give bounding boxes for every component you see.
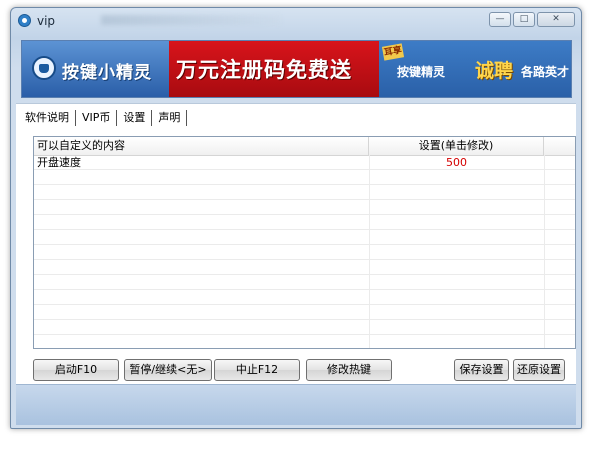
table-row (34, 200, 575, 215)
table-row (34, 245, 575, 260)
settings-list[interactable]: 可以自定义的内容 设置(单击修改) 开盘速度 500 (33, 136, 576, 349)
tab-software-info[interactable]: 软件说明 (19, 110, 76, 126)
seal-stamp: 耳享 (381, 43, 405, 61)
column-header-setting[interactable]: 设置(单击修改) (369, 137, 544, 155)
restore-settings-button[interactable]: 还原设置 (513, 359, 565, 381)
list-header: 可以自定义的内容 设置(单击修改) (34, 137, 575, 156)
content-panel: 软件说明 VIP币 设置 声明 可以自定义的内容 设置(单击修改) 开盘速度 5… (16, 103, 576, 384)
recruit-company: 按键精灵 (397, 65, 446, 79)
column-header-content[interactable]: 可以自定义的内容 (34, 137, 369, 155)
table-row (34, 320, 575, 335)
house-logo-icon (32, 56, 56, 80)
window-title: vip (37, 14, 56, 28)
tab-vip-coin[interactable]: VIP币 (76, 110, 118, 126)
maximize-icon: □ (519, 14, 529, 24)
table-row (34, 185, 575, 200)
close-icon: ✕ (552, 14, 560, 24)
table-row (34, 290, 575, 305)
row-value[interactable]: 500 (369, 155, 544, 170)
row-name: 开盘速度 (37, 156, 81, 169)
table-row (34, 305, 575, 320)
table-row (34, 215, 575, 230)
table-row (34, 275, 575, 290)
pause-resume-button[interactable]: 暂停/继续<无> (124, 359, 212, 381)
title-bar[interactable]: vip — □ ✕ (11, 8, 581, 34)
tab-settings[interactable]: 设置 (117, 110, 153, 126)
recruit-tagline: 各路英才 (521, 65, 570, 79)
title-blur-area (101, 15, 281, 25)
start-button[interactable]: 启动F10 (33, 359, 119, 381)
app-icon (18, 14, 31, 27)
minimize-icon: — (495, 14, 505, 24)
save-settings-button[interactable]: 保存设置 (454, 359, 509, 381)
main-window: vip — □ ✕ 按键小精灵 万元注册码免费送 耳享 按键精灵 诚聘 各路英才… (10, 7, 582, 429)
promo-text: 万元注册码免费送 (176, 58, 352, 82)
recruit-banner[interactable]: 耳享 按键精灵 诚聘 各路英才 (379, 41, 571, 97)
recruit-headline: 诚聘 (475, 60, 514, 82)
maximize-button[interactable]: □ (513, 12, 535, 27)
tab-statement[interactable]: 声明 (152, 110, 188, 126)
close-button[interactable]: ✕ (537, 12, 575, 27)
window-controls: — □ ✕ (489, 12, 575, 27)
tab-bar: 软件说明 VIP币 设置 声明 (19, 109, 188, 127)
brand-logo-area: 按键小精灵 (22, 41, 169, 97)
table-row (34, 260, 575, 275)
promo-banner[interactable]: 万元注册码免费送 (169, 41, 379, 97)
ad-banner[interactable]: 按键小精灵 万元注册码免费送 耳享 按键精灵 诚聘 各路英才 (21, 40, 572, 98)
table-row[interactable]: 开盘速度 500 (34, 155, 575, 170)
minimize-button[interactable]: — (489, 12, 511, 27)
bottom-bar (16, 384, 576, 425)
stop-button[interactable]: 中止F12 (214, 359, 300, 381)
brand-name: 按键小精灵 (62, 63, 152, 83)
table-row (34, 230, 575, 245)
edit-hotkey-button[interactable]: 修改热键 (306, 359, 392, 381)
table-row (34, 170, 575, 185)
